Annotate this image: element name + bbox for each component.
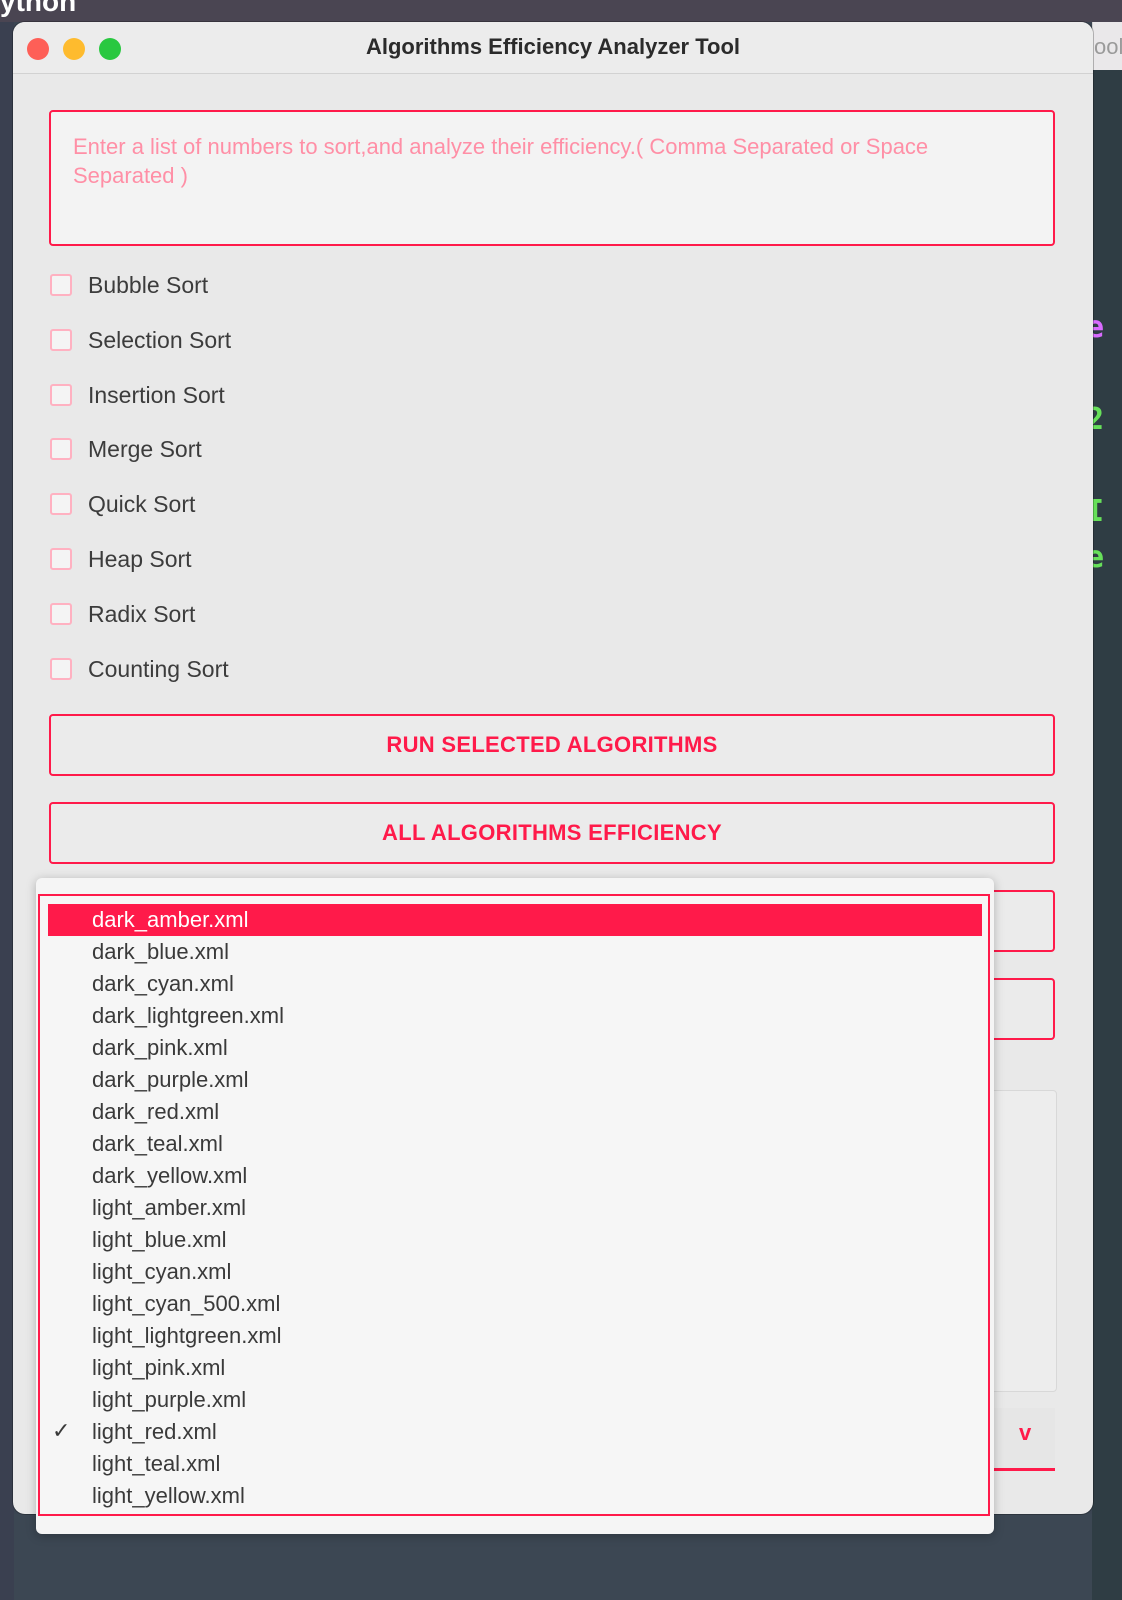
numbers-input-box <box>49 110 1055 246</box>
theme-option-dark-pink[interactable]: dark_pink.xml <box>48 1032 982 1064</box>
title-bar: Algorithms Efficiency Analyzer Tool <box>13 22 1093 74</box>
checkbox-label: Heap Sort <box>88 546 192 572</box>
theme-option-dark-lightgreen[interactable]: dark_lightgreen.xml <box>48 1000 982 1032</box>
option-label: light_red.xml <box>92 1419 217 1444</box>
theme-option-light-pink[interactable]: light_pink.xml <box>48 1352 982 1384</box>
option-label: light_lightgreen.xml <box>92 1323 282 1348</box>
window-title: Algorithms Efficiency Analyzer Tool <box>365 34 741 59</box>
option-label: light_cyan_500.xml <box>92 1291 281 1316</box>
checkbox-square[interactable] <box>50 658 72 680</box>
option-label: light_yellow.xml <box>92 1483 245 1508</box>
option-label: light_amber.xml <box>92 1195 247 1220</box>
option-label: light_cyan.xml <box>92 1259 232 1284</box>
run-selected-button[interactable]: RUN SELECTED ALGORITHMS <box>49 714 1055 776</box>
option-label: dark_purple.xml <box>92 1067 249 1092</box>
chevron-down-icon: v <box>1019 1420 1032 1445</box>
checkbox-square[interactable] <box>50 438 72 460</box>
option-label: light_pink.xml <box>92 1355 226 1380</box>
checkbox-square[interactable] <box>50 493 72 515</box>
theme-option-light-cyan[interactable]: light_cyan.xml <box>48 1256 982 1288</box>
theme-option-dark-purple[interactable]: dark_purple.xml <box>48 1064 982 1096</box>
option-label: dark_lightgreen.xml <box>92 1003 284 1028</box>
option-label: dark_teal.xml <box>92 1131 223 1156</box>
desktop-left-strip <box>0 22 14 1600</box>
theme-option-dark-amber[interactable]: dark_amber.xml <box>48 904 982 936</box>
theme-option-light-purple[interactable]: light_purple.xml <box>48 1384 982 1416</box>
theme-option-light-yellow[interactable]: light_yellow.xml <box>48 1480 982 1512</box>
checkbox-square[interactable] <box>50 384 72 406</box>
background-window-title-fragment: ool <box>1094 34 1122 59</box>
checkbox-square[interactable] <box>50 329 72 351</box>
checkbox-label: Radix Sort <box>88 601 196 627</box>
theme-option-dark-yellow[interactable]: dark_yellow.xml <box>48 1160 982 1192</box>
option-label: dark_yellow.xml <box>92 1163 248 1188</box>
checkbox-label: Merge Sort <box>88 436 202 462</box>
theme-option-dark-cyan[interactable]: dark_cyan.xml <box>48 968 982 1000</box>
background-terminal <box>1092 70 1122 1600</box>
option-label: light_purple.xml <box>92 1387 247 1412</box>
theme-option-light-lightgreen[interactable]: light_lightgreen.xml <box>48 1320 982 1352</box>
checkbox-label: Quick Sort <box>88 491 196 517</box>
theme-option-dark-teal[interactable]: dark_teal.xml <box>48 1128 982 1160</box>
theme-option-dark-blue[interactable]: dark_blue.xml <box>48 936 982 968</box>
checkbox-label: Selection Sort <box>88 327 232 353</box>
desktop-top-strip: ython <box>0 0 1122 22</box>
option-label: dark_cyan.xml <box>92 971 234 996</box>
theme-option-light-blue[interactable]: light_blue.xml <box>48 1224 982 1256</box>
option-label: dark_pink.xml <box>92 1035 228 1060</box>
option-label: dark_blue.xml <box>92 939 229 964</box>
background-window-title: ython <box>0 0 77 17</box>
checkbox-label: Bubble Sort <box>88 272 209 298</box>
theme-dropdown-popup: dark_amber.xml dark_blue.xml dark_cyan.x… <box>36 878 994 1534</box>
theme-option-light-teal[interactable]: light_teal.xml <box>48 1448 982 1480</box>
all-efficiency-button[interactable]: ALL ALGORITHMS EFFICIENCY <box>49 802 1055 864</box>
option-label: dark_red.xml <box>92 1099 220 1124</box>
option-label: light_teal.xml <box>92 1451 221 1476</box>
checkbox-label: Counting Sort <box>88 656 229 682</box>
checkmark-icon: ✓ <box>52 1418 71 1443</box>
theme-option-light-cyan-500[interactable]: light_cyan_500.xml <box>48 1288 982 1320</box>
option-label: dark_amber.xml <box>92 907 249 932</box>
checkbox-square[interactable] <box>50 603 72 625</box>
checkbox-label: Insertion Sort <box>88 382 225 408</box>
option-label: light_blue.xml <box>92 1227 227 1252</box>
checkbox-square[interactable] <box>50 274 72 296</box>
theme-options-list: dark_amber.xml dark_blue.xml dark_cyan.x… <box>38 894 990 1516</box>
numbers-input[interactable] <box>51 112 1053 244</box>
theme-option-light-red[interactable]: ✓ light_red.xml <box>48 1416 982 1448</box>
theme-option-dark-red[interactable]: dark_red.xml <box>48 1096 982 1128</box>
theme-option-light-amber[interactable]: light_amber.xml <box>48 1192 982 1224</box>
checkbox-square[interactable] <box>50 548 72 570</box>
